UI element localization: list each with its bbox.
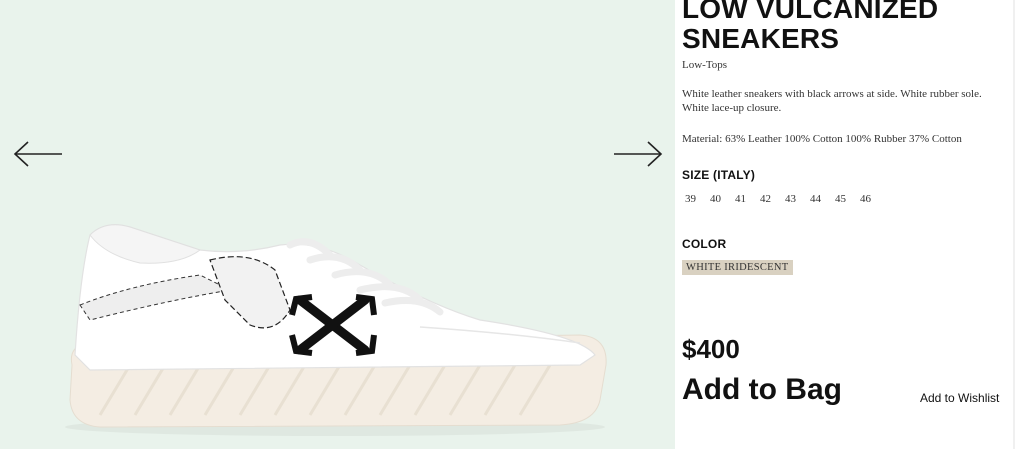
product-image: [65, 224, 607, 436]
gallery-prev-button[interactable]: [12, 140, 64, 168]
product-price: $400: [682, 334, 740, 364]
size-option-40[interactable]: 40: [710, 193, 721, 205]
add-to-bag-button[interactable]: Add to Bag: [682, 373, 842, 407]
product-title: LOW VULCANIZED SNEAKERS: [682, 0, 1002, 54]
color-heading: COLOR: [682, 237, 727, 251]
arrow-right-icon: [614, 141, 663, 167]
size-selector: 39 40 41 42 43 44 45 46: [685, 193, 885, 205]
size-option-41[interactable]: 41: [735, 193, 746, 205]
product-gallery: [0, 0, 675, 449]
size-option-46[interactable]: 46: [860, 193, 871, 205]
product-title-line1: LOW VULCANIZED: [682, 0, 939, 24]
color-option-white-iridescent[interactable]: WHITE IRIDESCENT: [682, 260, 793, 275]
size-option-44[interactable]: 44: [810, 193, 821, 205]
add-to-wishlist-link[interactable]: Add to Wishlist: [920, 391, 999, 405]
gallery-next-button[interactable]: [612, 140, 664, 168]
product-info: LOW VULCANIZED SNEAKERS Low-Tops White l…: [682, 0, 1015, 449]
size-option-45[interactable]: 45: [835, 193, 846, 205]
product-category: Low-Tops: [682, 59, 728, 71]
product-title-line2: SNEAKERS: [682, 23, 840, 54]
product-material: Material: 63% Leather 100% Cotton 100% R…: [682, 133, 962, 145]
size-heading: SIZE (ITALY): [682, 168, 756, 182]
product-description: White leather sneakers with black arrows…: [682, 88, 982, 114]
arrow-left-icon: [13, 141, 62, 167]
size-option-39[interactable]: 39: [685, 193, 696, 205]
size-option-43[interactable]: 43: [785, 193, 796, 205]
size-option-42[interactable]: 42: [760, 193, 771, 205]
